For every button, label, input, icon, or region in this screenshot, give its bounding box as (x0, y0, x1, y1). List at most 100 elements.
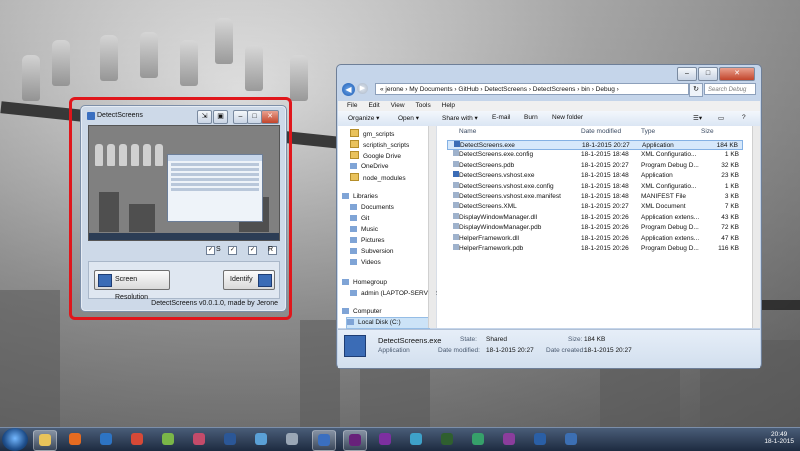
file-size: 1 KB (724, 151, 739, 159)
nav-item-documents[interactable]: Documents (350, 203, 394, 213)
file-row[interactable]: HelperFramework.pdb 18-1-2015 20:26 Progra… (447, 244, 743, 254)
display-icon[interactable] (560, 430, 582, 449)
column-header-name[interactable]: Name (459, 128, 476, 138)
menu-help[interactable]: Help (442, 101, 455, 111)
paint-icon-glyph (193, 433, 205, 445)
file-row[interactable]: DetectScreens.pdb 18-1-2015 20:27 Program … (447, 160, 743, 171)
file-date: 18-1-2015 18:48 (581, 193, 629, 200)
explorer-titlebar[interactable]: – □ ✕ ◀ ▶ « jerone › My Documents › GitH… (337, 65, 761, 101)
nav-item-libraries[interactable]: Libraries (342, 192, 378, 202)
nav-item-computer[interactable]: Computer (342, 307, 382, 317)
network-icon[interactable] (405, 430, 427, 449)
search-input[interactable]: Search Debug (704, 83, 756, 95)
file-row[interactable]: DetectScreens.XML 18-1-2015 20:27 XML Docu… (447, 202, 743, 212)
notepad-icon[interactable] (250, 430, 272, 449)
details-pane: DetectScreens.exe Application State: Sha… (338, 329, 760, 368)
refresh-icon[interactable]: ↻ (689, 83, 703, 97)
cloud-icon (350, 163, 357, 169)
visualstudio-icon[interactable] (343, 430, 367, 451)
column-header-size[interactable]: Size (701, 128, 714, 138)
preview-pane-icon[interactable]: ▭ (718, 114, 724, 122)
file-row[interactable]: HelperFramework.dll 18-1-2015 20:26 Applic… (447, 233, 743, 244)
organize-button[interactable]: Organize ▾ (348, 114, 379, 122)
documents-icon (350, 204, 357, 210)
file-type: Application extens... (641, 213, 700, 221)
burn-button[interactable]: Burn (524, 114, 538, 121)
nav-item-pictures[interactable]: Pictures (350, 236, 384, 246)
nav-item-music[interactable]: Music (350, 225, 378, 235)
visualstudio2-icon[interactable] (374, 430, 396, 449)
file-row[interactable]: DisplayWindowManager.dll 18-1-2015 20:26 A… (447, 212, 743, 223)
ie-icon-glyph (100, 433, 112, 445)
firefox-icon[interactable] (64, 430, 86, 449)
file-row[interactable]: DetectScreens.exe.config 18-1-2015 18:48 X… (447, 150, 743, 160)
new-folder-button[interactable]: New folder (552, 114, 583, 121)
chrome-icon[interactable] (126, 430, 148, 449)
wallpaper-building (300, 320, 340, 430)
system-clock[interactable]: 20:49 18-1-2015 (764, 431, 794, 445)
file-row[interactable]: DetectScreens.vshost.exe.config 18-1-2015… (447, 181, 743, 192)
git-icon (350, 215, 357, 221)
nav-item-google-drive[interactable]: Google Drive (350, 151, 401, 161)
menu-tools[interactable]: Tools (416, 101, 431, 111)
file-type: Application extens... (641, 234, 700, 242)
forward-button[interactable]: ▶ (357, 83, 368, 94)
terminal-icon[interactable] (436, 430, 458, 449)
open-button[interactable]: Open ▾ (398, 114, 419, 122)
folder-icon (350, 129, 359, 137)
email-button[interactable]: E-mail (492, 114, 510, 121)
ie-icon[interactable] (95, 430, 117, 449)
nav-item-homegroup[interactable]: Homegroup (342, 278, 387, 288)
file-date: 18-1-2015 20:27 (581, 203, 629, 211)
nav-item-local-disk[interactable]: Local Disk (C:) (346, 317, 430, 329)
back-button[interactable]: ◀ (342, 83, 355, 96)
nav-item-gm-scripts[interactable]: gm_scripts (350, 129, 394, 139)
file-name: DetectScreens.vshost.exe (459, 172, 535, 180)
column-header-type[interactable]: Type (641, 128, 655, 138)
menu-file[interactable]: File (347, 101, 357, 111)
highlight-frame (69, 97, 292, 320)
navigation-pane: gm_scripts scriptish_scripts Google Driv… (338, 126, 439, 329)
folder-icon (350, 151, 359, 159)
nav-item-admin[interactable]: admin (LAPTOP-SERVER) (350, 289, 439, 299)
file-row[interactable]: DetectScreens.vshost.exe 18-1-2015 18:48 A… (447, 171, 743, 181)
sourcetree-icon[interactable] (467, 430, 489, 449)
nav-item-subversion[interactable]: Subversion (350, 247, 394, 257)
powershell-icon[interactable] (529, 430, 551, 449)
address-bar[interactable]: « jerone › My Documents › GitHub › Detec… (375, 83, 689, 95)
nav-item-onedrive[interactable]: OneDrive (350, 162, 388, 172)
file-name: DisplayWindowManager.dll (459, 213, 538, 221)
column-header-date[interactable]: Date modified (581, 128, 621, 138)
file-scrollbar[interactable] (752, 126, 760, 328)
file-row[interactable]: DetectScreens.exe 18-1-2015 20:27 Applicat… (447, 140, 743, 150)
libraries-icon (342, 193, 349, 199)
share-with-button[interactable]: Share with ▾ (442, 114, 478, 122)
explorer-icon[interactable] (33, 430, 57, 451)
detectscreens-icon[interactable] (312, 430, 336, 451)
nav-scrollbar[interactable] (428, 126, 436, 328)
file-row[interactable]: DetectScreens.vshost.exe.manifest 18-1-20… (447, 192, 743, 202)
file-row[interactable]: DisplayWindowManager.pdb 18-1-2015 20:26 P… (447, 223, 743, 233)
homegroup-icon (342, 279, 349, 285)
paint-icon[interactable] (188, 430, 210, 449)
file-size: 7 KB (724, 203, 739, 211)
help-icon[interactable]: ? (742, 114, 746, 121)
word-icon[interactable] (219, 430, 241, 449)
start-button[interactable] (2, 428, 28, 451)
menu-edit[interactable]: Edit (368, 101, 379, 111)
view-options-icon[interactable]: ☰▾ (693, 114, 702, 122)
close-button[interactable]: ✕ (719, 67, 755, 81)
nav-item-git[interactable]: Git (350, 214, 369, 224)
wallpaper-figure (215, 18, 233, 64)
nav-item-videos[interactable]: Videos (350, 258, 381, 268)
clock-time: 20:49 (771, 431, 788, 438)
notepadpp-icon[interactable] (157, 430, 179, 449)
nav-item-node-modules[interactable]: node_modules (350, 173, 406, 183)
menu-view[interactable]: View (391, 101, 405, 111)
record-icon[interactable] (498, 430, 520, 449)
minimize-button[interactable]: – (677, 67, 697, 81)
nav-item-scriptish-scripts[interactable]: scriptish_scripts (350, 140, 409, 150)
maximize-button[interactable]: □ (698, 67, 718, 81)
calculator-icon[interactable] (281, 430, 303, 449)
file-name: DetectScreens.pdb (459, 161, 515, 169)
